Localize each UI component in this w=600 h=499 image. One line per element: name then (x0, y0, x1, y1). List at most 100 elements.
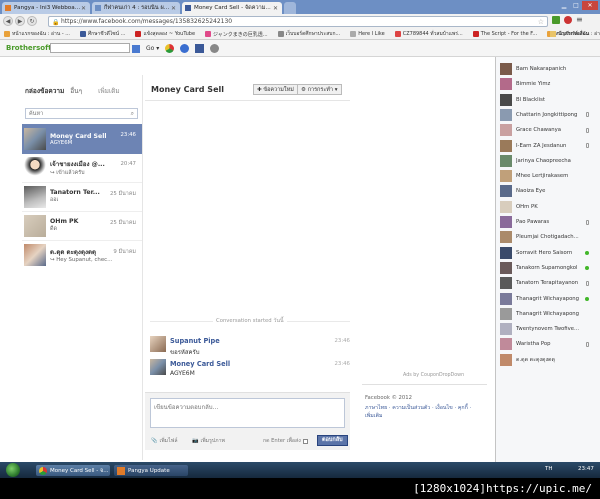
browser-tab-3[interactable]: Money Card Sell - จัดความ... ✕ (182, 2, 282, 14)
avatar (24, 185, 46, 208)
footer-links[interactable]: ภาษาไทย · ความเป็นส่วนตัว · เงื่อนไข · ค… (365, 404, 475, 420)
chat-friend-name: Twentynovem Twofive... (516, 326, 580, 333)
chat-friend-item[interactable]: Pleumjai Chotigadach... (500, 230, 595, 244)
chat-friend-name: Pleumjai Chotigadach... (516, 234, 579, 241)
attach-file-button[interactable]: 📎 เพิ่มไฟล์ (151, 437, 178, 445)
taskbar-clock[interactable]: 23:47 (578, 466, 594, 472)
chat-friend-name: Thanagrit Wichayapong (516, 295, 580, 302)
address-bar[interactable]: 🔒 https://www.facebook.com/messages/1358… (48, 16, 548, 27)
bookmark-2[interactable]: ศึกษาชีวดีไซน์ ... (80, 30, 125, 38)
search-go-icon[interactable] (132, 44, 140, 53)
more-link[interactable]: เพิ่มเติม (98, 86, 120, 96)
language-indicator[interactable]: TH (545, 466, 553, 472)
close-tab-2-icon[interactable]: ✕ (171, 5, 176, 12)
avatar (24, 244, 46, 266)
browser-tab-1[interactable]: Pangya - Ini3 Webboard - ... ✕ (2, 2, 90, 14)
tool-icon[interactable] (210, 44, 220, 53)
message-search-field[interactable]: ⌕ (25, 108, 138, 119)
online-status-icon (585, 296, 589, 301)
bookmark-2-label: ศึกษาชีวดีไซน์ ... (88, 31, 126, 37)
chat-friend-item[interactable]: Bl Blacklist (500, 93, 595, 107)
conversation-name: เจ้าชายงงเมือง @... (50, 160, 105, 168)
close-tab-1-icon[interactable]: ✕ (81, 5, 86, 12)
wrench-icon[interactable]: ≡ (576, 16, 584, 24)
avatar (24, 128, 46, 150)
forward-icon[interactable]: ▶ (15, 16, 25, 26)
chat-friend-name: ด.ดุด ดะดุงดุงดดุ (516, 356, 555, 363)
chat-friend-item[interactable]: Grace Chawanya (500, 123, 595, 137)
bookmark-7[interactable]: CZ789844 ทั่วสมบ้าแพร่... (394, 30, 463, 38)
avatar (500, 124, 512, 137)
message-sender[interactable]: Supanut Pipe (170, 337, 220, 345)
conversation-item[interactable]: Tanatorn Ter... ออเ 25 มีนาคม (22, 182, 142, 212)
extension-toolbar: Brothersoft Go ▾ (0, 40, 600, 57)
bookmark-3[interactable]: แข้งสุดลอง ~ YouTube (135, 30, 195, 38)
reply-textarea[interactable] (150, 398, 345, 428)
other-folder-link[interactable]: อื่นๆ (70, 86, 82, 96)
message-sender[interactable]: Money Card Sell (170, 360, 230, 368)
bookmark-6[interactable]: Here I Like (350, 31, 385, 37)
chat-friend-item[interactable]: Tanatorn Terapitayanon (500, 276, 595, 290)
chat-friend-item[interactable]: Thanagrit Wichayapong (500, 292, 595, 306)
start-button[interactable] (6, 463, 20, 477)
chat-friend-item[interactable]: Thanagrit Wichayapong (500, 307, 595, 321)
actions-button[interactable]: ⚙ การกระทำ ▾ (297, 84, 342, 95)
chat-friend-item[interactable]: Waristha Pop (500, 337, 595, 351)
conversation-item[interactable]: ด.ดุด ดะดุงดุงดดุ ↪ Hey Supanut, check ..… (22, 240, 142, 270)
chat-friend-item[interactable]: Sorravit Hero Saisorn (500, 246, 595, 260)
maximize-icon[interactable]: □ (570, 1, 582, 10)
bookmark-5[interactable]: เว็บบอร์ดศึกษาประสบก... (277, 30, 341, 38)
bookmark-1[interactable]: หน้าแรกของฉัน : อ่าน - ... (4, 30, 70, 38)
message-text: ขอรหัสครับ (170, 349, 200, 356)
toolbar-search-input[interactable] (50, 43, 130, 53)
chat-friend-item[interactable]: Jarinya Chaopreecha (500, 154, 595, 168)
chat-friend-item[interactable]: Naoiza Eye (500, 184, 595, 198)
go-icon[interactable]: Go ▾ (146, 45, 159, 52)
extension-icon[interactable] (552, 16, 560, 24)
close-tab-3-icon[interactable]: ✕ (273, 5, 278, 12)
minimize-icon[interactable]: ▁ (558, 1, 570, 10)
other-bookmarks[interactable]: บัญชีหรัส์เสื่อม (550, 30, 589, 38)
chat-friend-item[interactable]: Tanakorn Supamongkol (500, 261, 595, 275)
reload-icon[interactable]: ↻ (27, 16, 37, 26)
bookmark-5-label: เว็บบอร์ดศึกษาประสบก... (285, 31, 341, 37)
message-search-input[interactable] (26, 109, 121, 118)
chat-friend-item[interactable]: OHm PK (500, 200, 595, 214)
enter-to-send-checkbox[interactable] (302, 438, 308, 444)
chat-friend-name: Bimmie Yimz (516, 81, 551, 88)
chat-friend-item[interactable]: Chattarin Jongkittipong (500, 108, 595, 122)
browser-tab-2[interactable]: กีฬาคนเก่า 4 : รอบนิน ผลกรุ่นต... ✕ (92, 2, 180, 14)
new-message-button[interactable]: ✚ ข้อความใหม่ (253, 84, 298, 95)
browser-tab-strip: Pangya - Ini3 Webboard - ... ✕ กีฬาคนเก่… (0, 0, 600, 14)
enter-to-send-toggle[interactable]: กด Enter เพื่อส่ง (263, 437, 308, 445)
chrome-icon[interactable] (165, 44, 175, 53)
bookmark-4[interactable]: ジャンクまきの巨乳透... (205, 31, 268, 38)
chat-friend-item[interactable]: Bimmie Yimz (500, 77, 595, 91)
extension-red-icon[interactable] (564, 16, 572, 24)
chat-friend-item[interactable]: Pao Pawaras (500, 215, 595, 229)
back-icon[interactable]: ◀ (3, 16, 13, 26)
taskbar-pangya-window[interactable]: Pangya Update (114, 465, 188, 476)
inbox-title[interactable]: กล่องข้อความ (25, 86, 64, 96)
close-window-icon[interactable]: ✕ (582, 1, 598, 10)
bookmark-8[interactable]: The Script - For the F... (472, 31, 537, 37)
conversation-item[interactable]: OHm PK ดีด 25 มีนาคม (22, 211, 142, 241)
chat-friend-item[interactable]: Twentynovem Twofive... (500, 322, 595, 336)
taskbar-chrome-window[interactable]: Money Card Sell - จ... (36, 465, 110, 476)
new-tab-button[interactable] (284, 2, 296, 14)
chat-friend-item[interactable]: ด.ดุด ดะดุงดุงดดุ (500, 353, 595, 367)
attach-photo-button[interactable]: 📷 เพิ่มรูปภาพ (192, 437, 225, 445)
reply-button[interactable]: ตอบกลับ (317, 435, 348, 446)
chat-friend-item[interactable]: Mhee Lertjirakasem (500, 169, 595, 183)
chat-friend-item[interactable]: Bam Nakarapanich (500, 62, 595, 76)
column-divider (142, 75, 143, 460)
ie-icon[interactable] (180, 44, 190, 53)
avatar (500, 63, 512, 75)
conversation-item[interactable]: Money Card Sell AGYE6M 23:46 (22, 124, 142, 154)
chat-friend-name: Bl Blacklist (516, 96, 545, 103)
browser-toolbar: ◀ ▶ ↻ 🔒 https://www.facebook.com/message… (0, 14, 600, 29)
conversation-item[interactable]: เจ้าชายงงเมือง @... ↪ เข้าแล้วครับ 20:47 (22, 153, 142, 183)
chat-friend-item[interactable]: I-Earn ZA Jesdanun (500, 139, 595, 153)
bookmark-star-icon[interactable]: ☆ (538, 18, 544, 26)
facebook-icon[interactable] (195, 44, 205, 53)
